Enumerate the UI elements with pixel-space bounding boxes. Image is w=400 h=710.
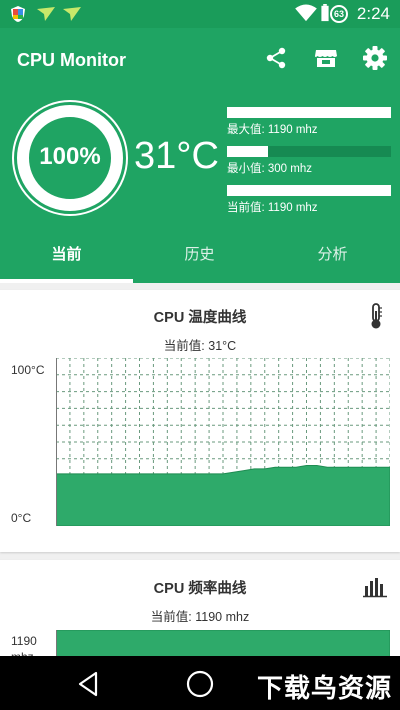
home-icon[interactable] bbox=[186, 670, 214, 698]
cpu-usage-percent: 100% bbox=[39, 143, 101, 170]
frequency-axis-max: 1190 bbox=[11, 634, 37, 648]
tab-indicator bbox=[0, 279, 133, 283]
frequency-chart-area bbox=[56, 630, 390, 656]
temperature-chart bbox=[56, 358, 390, 526]
bar-chart-icon[interactable] bbox=[362, 576, 388, 598]
clock: 2:24 bbox=[356, 4, 390, 23]
tab-current[interactable]: 当前 bbox=[0, 231, 133, 279]
back-icon[interactable] bbox=[76, 671, 100, 697]
navigation-bar: 下载鸟资源 bbox=[0, 656, 400, 710]
min-frequency-bar bbox=[227, 146, 391, 157]
battery-level: 63 bbox=[330, 5, 348, 23]
tab-bar: 当前 历史 分析 bbox=[0, 231, 400, 283]
temperature-axis-min: 0°C bbox=[11, 511, 32, 525]
cpu-temperature: 31°C bbox=[134, 135, 219, 177]
status-bar: 63 2:24 bbox=[0, 0, 400, 28]
frequency-current-value: 当前值: 1190 mhz bbox=[150, 610, 250, 624]
paper-plane-notification-icon bbox=[37, 7, 55, 21]
tab-history[interactable]: 历史 bbox=[133, 231, 266, 279]
max-frequency-bar-fill bbox=[227, 107, 391, 118]
temperature-chart-area bbox=[56, 465, 390, 526]
share-icon[interactable] bbox=[263, 45, 289, 71]
temperature-axis-max: 100°C bbox=[11, 363, 45, 377]
temperature-card-title: CPU 温度曲线 bbox=[153, 310, 247, 326]
store-icon[interactable] bbox=[313, 45, 339, 71]
current-frequency-bar bbox=[227, 185, 391, 196]
shield-notification-icon bbox=[11, 6, 25, 22]
app-title: CPU Monitor bbox=[17, 50, 126, 70]
tab-analysis[interactable]: 分析 bbox=[266, 231, 399, 279]
frequency-chart bbox=[56, 630, 390, 656]
watermark: 下载鸟资源 bbox=[256, 673, 392, 703]
frequency-card-title: CPU 频率曲线 bbox=[153, 581, 247, 597]
thermometer-icon[interactable] bbox=[366, 302, 386, 330]
wifi-icon bbox=[295, 4, 317, 22]
min-frequency-label: 最小值: 300 mhz bbox=[227, 163, 312, 175]
max-frequency-label: 最大值: 1190 mhz bbox=[227, 124, 318, 136]
min-frequency-bar-fill bbox=[227, 146, 268, 157]
current-frequency-bar-fill bbox=[227, 185, 391, 196]
current-frequency-label: 当前值: 1190 mhz bbox=[227, 202, 318, 214]
battery-icon bbox=[321, 4, 329, 22]
paper-plane-notification-icon bbox=[63, 7, 81, 21]
frequency-card: CPU 频率曲线 当前值: 1190 mhz 1190 mhz bbox=[0, 560, 400, 656]
temperature-card: CPU 温度曲线 当前值: 31°C 100°C 0°C bbox=[0, 290, 400, 552]
app-header: CPU Monitor 100% 31°C 最大值: 1190 mhz 最小值:… bbox=[0, 28, 400, 283]
max-frequency-bar bbox=[227, 107, 391, 118]
settings-icon[interactable] bbox=[362, 45, 388, 71]
temperature-current-value: 当前值: 31°C bbox=[163, 339, 237, 353]
